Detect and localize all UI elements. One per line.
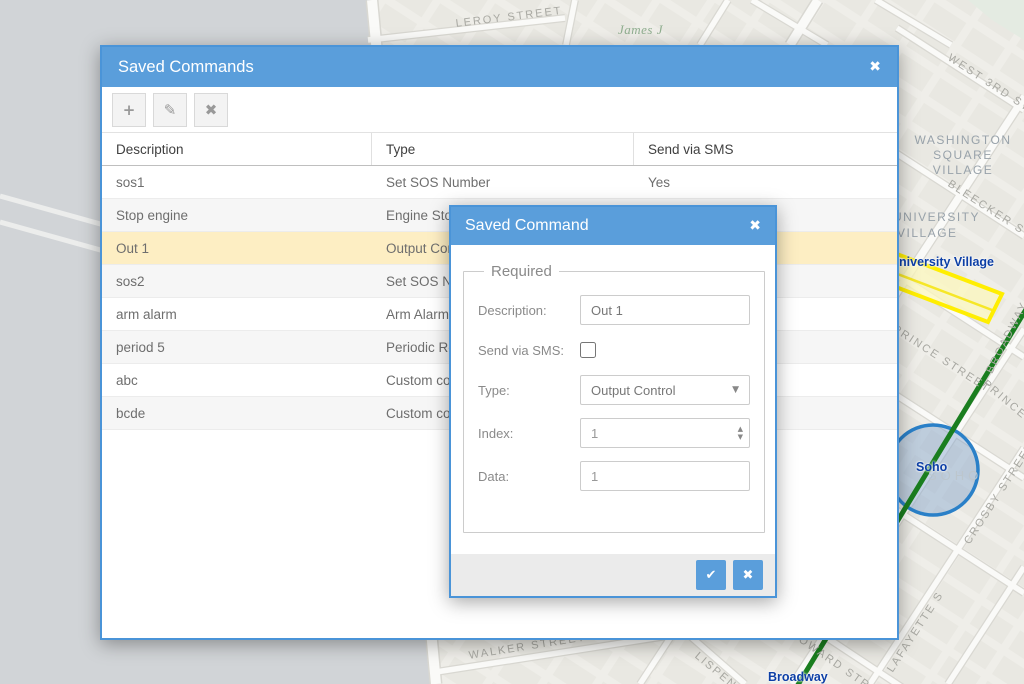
saved-commands-titlebar[interactable]: Saved Commands ✖ — [102, 47, 897, 87]
cell-description: Out 1 — [102, 232, 372, 264]
check-icon: ✔ — [706, 568, 717, 583]
geofence-label-university-village: University Village — [890, 255, 994, 269]
area-label-university-2: VILLAGE — [897, 226, 958, 240]
index-stepper: ▲ ▼ — [580, 418, 750, 448]
geofence-label-broadway: Broadway — [768, 670, 828, 684]
cell-description: bcde — [102, 397, 372, 429]
stepper-buttons: ▲ ▼ — [738, 418, 743, 448]
cell-description: abc — [102, 364, 372, 396]
area-label-washington-2: SQUARE — [903, 148, 1023, 162]
app-window: LEROY STREET James J WEST 3RD STR WASHIN… — [0, 0, 1024, 684]
park-label-james-walker: James J — [618, 22, 663, 38]
area-label-university-1: UNIVERSITY — [893, 210, 980, 224]
saved-command-title: Saved Command — [465, 217, 589, 235]
send-via-sms-label: Send via SMS: — [478, 343, 580, 358]
column-header-type[interactable]: Type — [372, 133, 634, 165]
description-row: Description: — [478, 295, 750, 325]
spinner-up-icon[interactable]: ▲ — [738, 425, 743, 433]
chevron-down-icon: ▼ — [732, 385, 739, 395]
send-via-sms-checkbox[interactable] — [580, 342, 596, 358]
close-icon[interactable]: ✖ — [749, 219, 761, 233]
spinner-down-icon[interactable]: ▼ — [738, 433, 743, 441]
column-header-description[interactable]: Description — [102, 133, 372, 165]
x-icon: ✖ — [743, 568, 754, 583]
close-icon[interactable]: ✖ — [869, 60, 881, 74]
type-select-value: Output Control — [591, 383, 676, 398]
cell-description: period 5 — [102, 331, 372, 363]
cell-description: sos2 — [102, 265, 372, 297]
cell-description: Stop engine — [102, 199, 372, 231]
table-row[interactable]: sos1 Set SOS Number Yes — [102, 166, 897, 199]
cell-description: arm alarm — [102, 298, 372, 330]
required-legend: Required — [484, 263, 559, 280]
cell-type: Set SOS Number — [372, 166, 634, 198]
saved-command-dialog: Saved Command ✖ Required Description: Se… — [449, 205, 777, 598]
delete-icon: ✖ — [205, 101, 218, 119]
type-select[interactable]: Output Control ▼ — [580, 375, 750, 405]
index-input[interactable] — [580, 418, 750, 448]
index-label: Index: — [478, 426, 580, 441]
type-row: Type: Output Control ▼ — [478, 375, 750, 405]
data-row: Data: — [478, 461, 750, 491]
saved-commands-title: Saved Commands — [118, 58, 254, 77]
saved-command-titlebar[interactable]: Saved Command ✖ — [451, 207, 775, 245]
data-input[interactable] — [580, 461, 750, 491]
cell-description: sos1 — [102, 166, 372, 198]
edit-command-button[interactable]: ✎ — [153, 93, 187, 127]
type-label: Type: — [478, 383, 580, 398]
required-fieldset: Required Description: Send via SMS: Type… — [463, 263, 765, 533]
index-row: Index: ▲ ▼ — [478, 418, 750, 448]
description-input[interactable] — [580, 295, 750, 325]
area-label-washington-1: WASHINGTON — [903, 133, 1023, 147]
cell-sms: Yes — [634, 166, 897, 198]
send-via-sms-row: Send via SMS: — [478, 338, 750, 362]
area-label-washington-3: VILLAGE — [903, 163, 1023, 177]
commands-toolbar: + ✎ ✖ — [102, 87, 897, 132]
column-header-sms[interactable]: Send via SMS — [634, 133, 897, 165]
description-label: Description: — [478, 303, 580, 318]
dialog-footer: ✔ ✖ — [451, 554, 775, 596]
confirm-button[interactable]: ✔ — [696, 560, 726, 590]
delete-command-button[interactable]: ✖ — [194, 93, 228, 127]
commands-table-header: Description Type Send via SMS — [102, 132, 897, 166]
add-command-button[interactable]: + — [112, 93, 146, 127]
cancel-button[interactable]: ✖ — [733, 560, 763, 590]
pencil-icon: ✎ — [164, 101, 177, 119]
plus-icon: + — [123, 101, 136, 119]
geofence-label-soho: Soho — [916, 460, 947, 474]
data-label: Data: — [478, 469, 580, 484]
